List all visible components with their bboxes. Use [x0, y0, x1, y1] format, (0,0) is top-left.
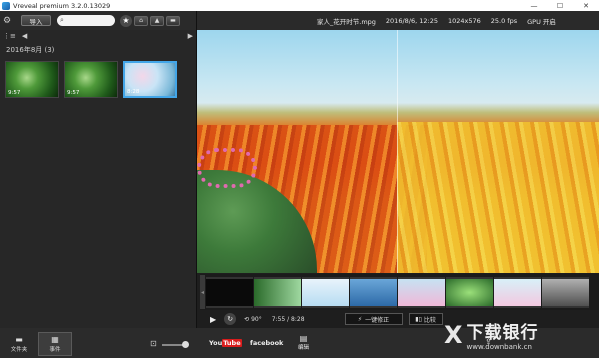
- slider-knob[interactable]: [182, 341, 189, 348]
- watermark-text: 下载银行 www.downbank.cn: [467, 318, 539, 351]
- compare-label: 比较: [423, 316, 436, 324]
- search-box[interactable]: ⌕: [57, 15, 115, 26]
- window-title: Vreveal premium 3.2.0.13029: [13, 1, 111, 10]
- nav-next-icon[interactable]: ▶: [188, 32, 193, 40]
- film-frame[interactable]: [398, 276, 445, 308]
- watermark: X 下载银行 www.downbank.cn: [444, 311, 599, 358]
- maximize-button[interactable]: ☐: [547, 0, 573, 11]
- auto-fix-label: 一键修正: [365, 316, 390, 324]
- title-bar: Vreveal premium 3.2.0.13029 — ☐ ✕: [0, 0, 599, 11]
- app-icon: [2, 1, 10, 10]
- preview-decor-frame: [197, 148, 257, 188]
- minimize-button[interactable]: —: [521, 0, 547, 11]
- thumbnail-duration: 9:57: [8, 90, 21, 96]
- tab-folders[interactable]: ▬ 文件夹: [2, 332, 36, 356]
- gpu-status: GPU 开启: [527, 17, 556, 26]
- thumbnail-duration: 9:57: [67, 90, 80, 96]
- rotate-icon: ⟲: [244, 315, 250, 323]
- grid-icon: ▦: [51, 335, 59, 344]
- film-frame[interactable]: [542, 276, 589, 308]
- gear-icon[interactable]: ⚙: [3, 16, 17, 26]
- view-button-1[interactable]: ⌂: [134, 15, 148, 26]
- video-preview[interactable]: [197, 30, 599, 273]
- play-icon[interactable]: ▶: [210, 315, 216, 324]
- video-thumbnail-selected[interactable]: 8:28: [123, 61, 177, 98]
- video-resolution: 1024x576: [447, 16, 481, 25]
- share-facebook-button[interactable]: facebook: [250, 339, 283, 347]
- playback-time: 7:55 / 8:28: [271, 315, 305, 323]
- close-button[interactable]: ✕: [573, 0, 599, 11]
- edit-button[interactable]: ▤ 编辑: [298, 334, 309, 351]
- search-input[interactable]: [63, 17, 110, 24]
- watermark-logo: X: [444, 320, 463, 349]
- thumbnail-list: 9:57 9:57 8:28: [5, 61, 196, 98]
- thumbnail-duration: 8:28: [127, 89, 140, 95]
- preview-image-right: [397, 122, 599, 273]
- tab-events[interactable]: ▦ 事件: [38, 332, 72, 356]
- rotate-button[interactable]: ⟲ 90°: [244, 316, 262, 323]
- watermark-url: www.downbank.cn: [466, 343, 532, 351]
- sort-icon[interactable]: ⋮≡: [3, 32, 16, 40]
- edit-icon: ▤: [299, 334, 308, 343]
- video-thumbnail[interactable]: 9:57: [5, 61, 59, 98]
- video-info-bar: 家人_花开时节.mpg 2016/8/6, 12:25 1024x576 25.…: [197, 11, 599, 30]
- library-nav: ⋮≡ ◀ ▶: [0, 30, 196, 41]
- filmstrip: ◂: [200, 274, 599, 310]
- compare-icon: ▮▯: [415, 315, 422, 323]
- youtube-logo-tube: Tube: [222, 339, 242, 347]
- zoom-icon: ⊡: [150, 339, 157, 348]
- wand-icon: ⚡: [357, 315, 363, 323]
- auto-fix-button[interactable]: ⚡ 一键修正: [344, 313, 403, 325]
- tab-folders-label: 文件夹: [10, 347, 28, 353]
- rotate-label: 90°: [251, 315, 262, 323]
- window-controls: — ☐ ✕: [521, 0, 599, 11]
- video-fps: 25.0 fps: [490, 16, 518, 25]
- tab-events-label: 事件: [49, 347, 61, 353]
- youtube-logo-you: You: [209, 339, 223, 347]
- film-frame[interactable]: [302, 276, 349, 308]
- thumbnail-size-slider[interactable]: [162, 341, 189, 348]
- compare-button[interactable]: ▮▯ 比较: [408, 313, 443, 325]
- film-frame[interactable]: [206, 276, 253, 308]
- view-button-3[interactable]: ▬: [166, 15, 180, 26]
- filmstrip-handle[interactable]: ◂: [200, 275, 205, 309]
- folder-icon: ▬: [15, 335, 23, 344]
- nav-prev-icon[interactable]: ◀: [22, 32, 27, 40]
- library-pane: ⋮≡ ◀ ▶ 2016年8月 (3) 9:57 9:57 8:28: [0, 30, 196, 328]
- video-date: 2016/8/6, 12:25: [385, 16, 438, 25]
- import-button[interactable]: 导入: [21, 15, 51, 26]
- film-frame[interactable]: [494, 276, 541, 308]
- film-frame[interactable]: [350, 276, 397, 308]
- date-group-title: 2016年8月 (3): [6, 46, 55, 54]
- loop-icon[interactable]: ↻: [224, 313, 237, 325]
- edit-label: 编辑: [298, 345, 310, 351]
- watermark-name: 下载银行: [466, 323, 539, 343]
- compare-split-line[interactable]: [397, 30, 398, 273]
- library-toolbar: ⚙ 导入 ⌕ ★ ⌂ ▲ ▬: [0, 11, 196, 30]
- video-filename: 家人_花开时节.mpg: [317, 17, 376, 26]
- film-frame[interactable]: [446, 276, 493, 308]
- view-button-2[interactable]: ▲: [150, 15, 164, 26]
- video-thumbnail[interactable]: 9:57: [64, 61, 118, 98]
- favorite-star-icon[interactable]: ★: [120, 14, 132, 27]
- share-youtube-button[interactable]: YouTube: [209, 339, 242, 347]
- film-frame[interactable]: [254, 276, 301, 308]
